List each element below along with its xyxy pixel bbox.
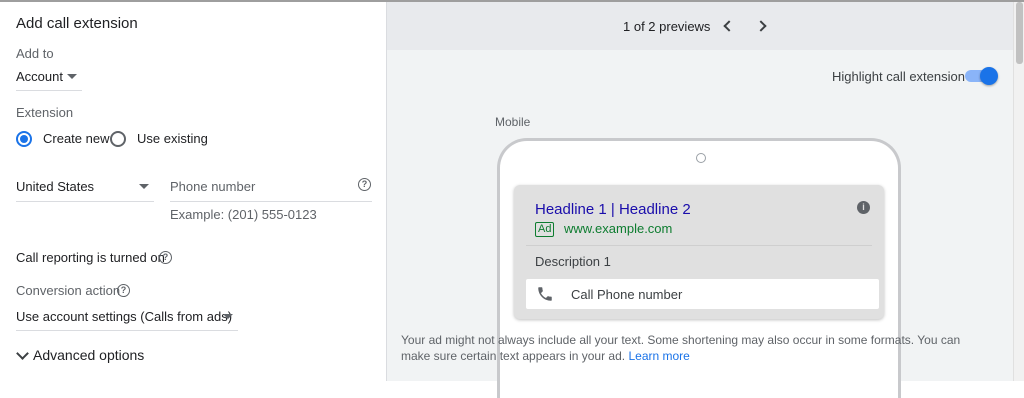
conversion-underline	[16, 330, 238, 331]
ad-badge: Ad	[535, 222, 555, 237]
phone-number-placeholder: Phone number	[170, 179, 256, 194]
radio-use-existing-label: Use existing	[137, 131, 208, 146]
phone-underline	[170, 201, 372, 202]
radio-create-new[interactable]: Create new	[16, 129, 112, 149]
next-preview-button[interactable]	[753, 16, 773, 36]
advanced-options-label: Advanced options	[33, 347, 145, 363]
country-dropdown[interactable]: United States	[16, 178, 154, 200]
add-to-underline	[16, 90, 82, 91]
phone-number-input[interactable]: Phone number	[170, 178, 372, 200]
call-reporting-help-icon[interactable]: ?	[159, 251, 172, 264]
chevron-right-icon	[755, 20, 767, 32]
radio-selected-icon	[16, 131, 32, 147]
call-reporting-status: Call reporting is turned on	[16, 250, 165, 265]
dropdown-arrow-icon	[67, 74, 77, 79]
highlight-call-extension-label: Highlight call extension	[832, 69, 965, 84]
country-value: United States	[16, 179, 95, 194]
conversion-action-label: Conversion action	[16, 283, 121, 298]
preview-disclaimer: Your ad might not always include all you…	[401, 332, 991, 364]
form-title: Add call extension	[16, 15, 138, 32]
phone-icon	[538, 287, 552, 301]
add-to-label: Add to	[16, 46, 54, 61]
device-label: Mobile	[495, 115, 531, 129]
conversion-action-value: Use account settings (Calls from ads)	[16, 309, 233, 324]
previous-preview-button[interactable]	[717, 16, 737, 36]
dropdown-arrow-icon	[223, 314, 233, 319]
add-to-value: Account	[16, 69, 63, 84]
add-to-dropdown[interactable]: Account	[16, 68, 82, 90]
page-scrollbar[interactable]	[1013, 2, 1024, 381]
country-underline	[16, 201, 154, 202]
dropdown-arrow-icon	[139, 184, 149, 189]
ad-description: Description 1	[535, 254, 611, 269]
radio-create-new-label: Create new	[43, 131, 110, 146]
toggle-knob	[980, 67, 998, 85]
phone-example-hint: Example: (201) 555-0123	[170, 207, 317, 222]
radio-use-existing[interactable]: Use existing	[110, 129, 210, 149]
camera-icon	[696, 153, 706, 163]
conversion-action-help-icon[interactable]: ?	[117, 284, 130, 297]
chevron-down-icon	[16, 347, 29, 360]
learn-more-link[interactable]: Learn more	[628, 349, 689, 363]
call-extension-row[interactable]: Call Phone number	[526, 279, 879, 309]
conversion-action-dropdown[interactable]: Use account settings (Calls from ads)	[16, 308, 238, 330]
chevron-left-icon	[723, 20, 735, 32]
call-extension-text: Call Phone number	[571, 287, 683, 302]
extension-label: Extension	[16, 105, 74, 120]
ad-preview-card: Headline 1 | Headline 2 i Ad www.example…	[514, 185, 884, 319]
ad-separator	[526, 245, 872, 246]
info-icon[interactable]: i	[857, 201, 870, 214]
ad-display-url: www.example.com	[564, 221, 673, 236]
ad-preview-panel: 1 of 2 previews Highlight call extension…	[387, 2, 1013, 398]
preview-navigation-bar: 1 of 2 previews	[387, 2, 1013, 50]
ad-headline[interactable]: Headline 1 | Headline 2	[535, 201, 691, 218]
preview-counter: 1 of 2 previews	[623, 19, 711, 34]
call-extension-form: Add call extension Add to Account Extens…	[0, 2, 386, 381]
help-icon[interactable]: ?	[358, 178, 371, 191]
scrollbar-thumb[interactable]	[1016, 2, 1023, 64]
highlight-call-extension-toggle[interactable]	[965, 66, 999, 86]
radio-unselected-icon	[110, 131, 126, 147]
advanced-options-toggle[interactable]: Advanced options	[16, 346, 156, 368]
